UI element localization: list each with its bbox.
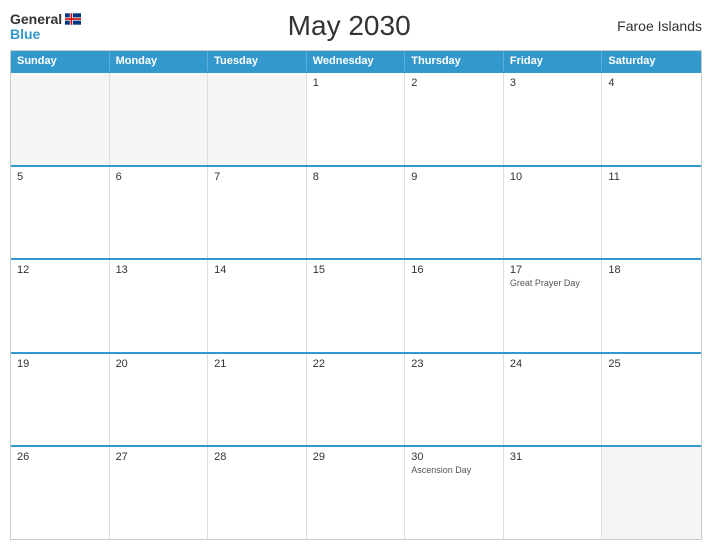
header-sunday: Sunday [11,51,110,71]
day-number: 2 [411,77,497,89]
day-number: 11 [608,171,695,183]
day-number: 3 [510,77,596,89]
day-cell: 4 [602,73,701,165]
day-cell: 24 [504,354,603,446]
day-number: 21 [214,358,300,370]
region-label: Faroe Islands [617,18,702,34]
day-number: 19 [17,358,103,370]
day-number: 22 [313,358,399,370]
day-number: 7 [214,171,300,183]
day-number: 27 [116,451,202,463]
day-cell: 25 [602,354,701,446]
day-event: Ascension Day [411,465,497,476]
weekday-header: Sunday Monday Tuesday Wednesday Thursday… [11,51,701,71]
day-number: 6 [116,171,202,183]
day-cell: 6 [110,167,209,259]
day-cell: 8 [307,167,406,259]
day-cell: 3 [504,73,603,165]
day-cell [602,447,701,539]
day-number: 8 [313,171,399,183]
day-cell: 5 [11,167,110,259]
day-number: 16 [411,264,497,276]
day-number: 26 [17,451,103,463]
header-saturday: Saturday [602,51,701,71]
calendar-title: May 2030 [288,10,411,42]
header-friday: Friday [504,51,603,71]
calendar: Sunday Monday Tuesday Wednesday Thursday… [10,50,702,540]
logo-icon [65,11,81,27]
day-number: 18 [608,264,695,276]
week-row-2: 12 13 14 15 16 17 Great Prayer Day 18 [11,258,701,352]
day-number: 29 [313,451,399,463]
day-cell: 12 [11,260,110,352]
day-cell [11,73,110,165]
day-cell: 9 [405,167,504,259]
day-cell: 21 [208,354,307,446]
week-row-1: 5 67 89 10 11 [11,165,701,259]
logo-blue-text: Blue [10,27,40,41]
day-number: 9 [411,171,497,183]
day-cell [110,73,209,165]
day-cell: 14 [208,260,307,352]
day-event: Great Prayer Day [510,278,596,289]
day-number: 30 [411,451,497,463]
day-number: 14 [214,264,300,276]
logo: General Blue [10,11,81,41]
day-cell: 13 [110,260,209,352]
day-number: 1 [313,77,399,89]
day-cell: 19 [11,354,110,446]
day-cell [208,73,307,165]
day-number: 28 [214,451,300,463]
day-number: 25 [608,358,695,370]
calendar-body: 1234567891011121314151617Great Prayer Da… [11,71,701,539]
week-row-0: 12 34 [11,71,701,165]
calendar-header-section: General Blue May 2030 Faroe Islands [10,10,702,42]
day-cell: 1 [307,73,406,165]
day-number: 4 [608,77,695,89]
day-cell: 23 [405,354,504,446]
day-number: 20 [116,358,202,370]
header-wednesday: Wednesday [307,51,406,71]
day-number: 15 [313,264,399,276]
day-number: 17 [510,264,596,276]
week-row-4: 26 27 28 29 30 Ascension Day 31 [11,445,701,539]
day-number: 31 [510,451,596,463]
day-cell: 17 Great Prayer Day [504,260,603,352]
day-cell: 2 [405,73,504,165]
day-cell: 10 [504,167,603,259]
day-number: 10 [510,171,596,183]
header-tuesday: Tuesday [208,51,307,71]
day-cell: 26 [11,447,110,539]
day-cell: 20 [110,354,209,446]
day-cell: 7 [208,167,307,259]
day-number: 5 [17,171,103,183]
day-cell: 16 [405,260,504,352]
day-cell: 30 Ascension Day [405,447,504,539]
header-thursday: Thursday [405,51,504,71]
day-cell: 18 [602,260,701,352]
day-cell: 22 [307,354,406,446]
day-cell: 29 [307,447,406,539]
day-number: 13 [116,264,202,276]
day-cell: 15 [307,260,406,352]
day-cell: 28 [208,447,307,539]
day-cell: 31 [504,447,603,539]
logo-general-text: General [10,12,62,26]
day-number: 12 [17,264,103,276]
header-monday: Monday [110,51,209,71]
day-number: 24 [510,358,596,370]
day-cell: 11 [602,167,701,259]
day-cell: 27 [110,447,209,539]
day-number: 23 [411,358,497,370]
week-row-3: 19 20 21 22 23 24 25 [11,352,701,446]
